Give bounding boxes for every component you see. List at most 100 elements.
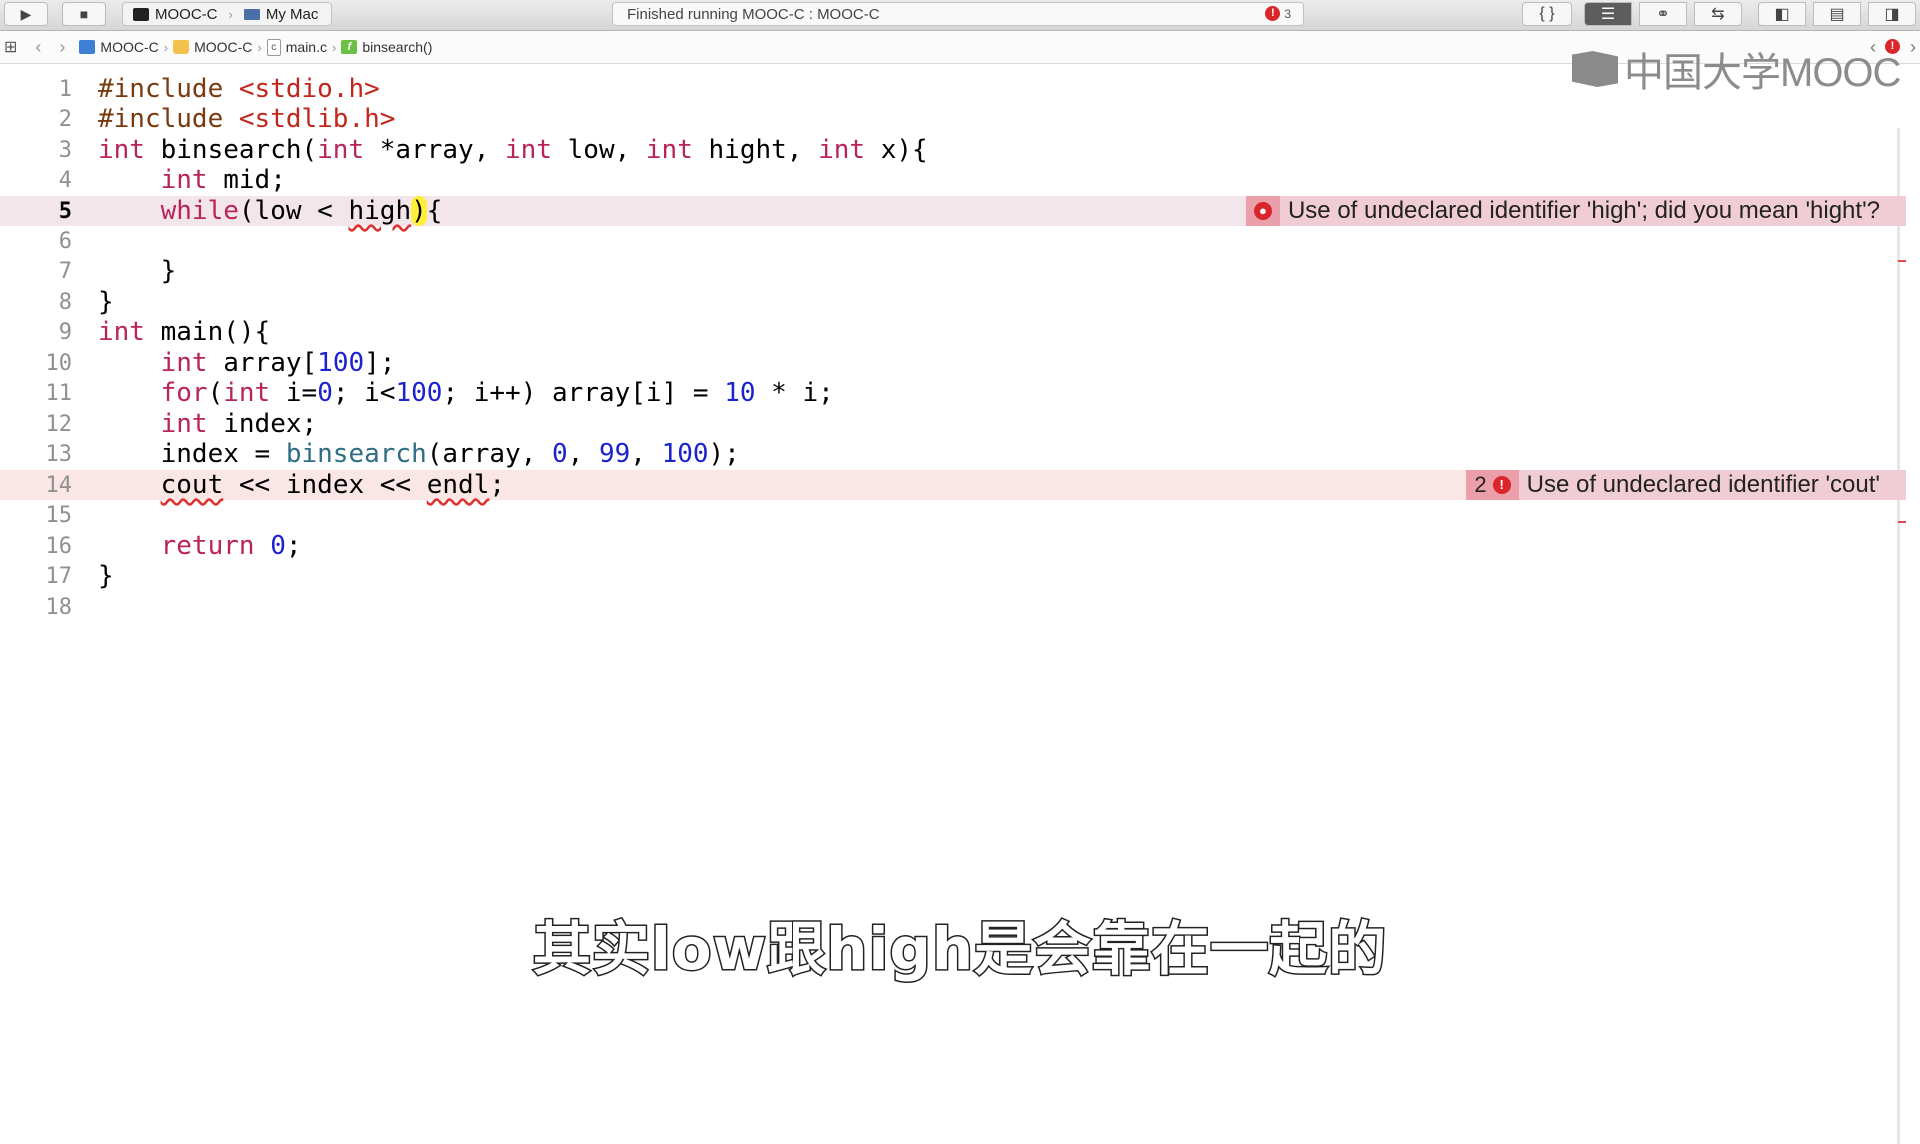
line-number: 5 (58, 198, 72, 224)
line-number: 6 (58, 228, 72, 254)
related-items-icon[interactable]: ⊞ (4, 37, 17, 57)
code-text: while(low < high){ (160, 196, 443, 226)
error-text: Use of undeclared identifier 'high'; did… (1287, 197, 1880, 224)
chevron-right-icon: › (163, 39, 169, 55)
line-number: 9 (58, 319, 72, 345)
toolbar: ▶ ■ MOOC-C › My Mac Finished running MOO… (0, 0, 1920, 31)
right-panel-icon: ◨ (1884, 6, 1900, 23)
code-text: } (98, 561, 114, 591)
code-line-error[interactable]: 5 while(low < high){ ● Use of undeclared… (0, 196, 1906, 226)
code-line[interactable]: 18 (0, 592, 1906, 622)
code-text: #include <stdlib.h> (98, 104, 396, 134)
folder-icon (173, 40, 190, 54)
assistant-editor-button[interactable]: ⚭ (1639, 2, 1687, 26)
error-count: 3 (1284, 6, 1291, 21)
error-count: 2 (1474, 472, 1487, 497)
code-text: int mid; (160, 165, 286, 195)
rings-icon: ⚭ (1656, 6, 1670, 23)
forward-icon[interactable]: › (59, 37, 65, 58)
code-line[interactable]: 7 } (0, 256, 1906, 286)
code-text: int array[100]; (160, 348, 396, 378)
code-line[interactable]: 4 int mid; (0, 165, 1906, 195)
run-button[interactable]: ▶ (4, 2, 48, 26)
code-line[interactable]: 15 (0, 500, 1906, 530)
breadcrumb-project[interactable]: MOOC-C (79, 39, 159, 55)
line-number: 11 (45, 380, 73, 406)
line-number: 18 (45, 594, 73, 620)
version-editor-button[interactable]: ⇆ (1694, 2, 1742, 26)
line-number: 16 (45, 533, 73, 559)
code-line[interactable]: 16 return 0; (0, 531, 1906, 561)
code-line[interactable]: 13 index = binsearch(array, 0, 99, 100); (0, 439, 1906, 469)
line-number: 14 (45, 472, 73, 498)
status-text: Finished running MOOC-C : MOOC-C (627, 5, 880, 23)
error-icon: ! (1492, 476, 1511, 494)
breadcrumb-folder[interactable]: MOOC-C (173, 39, 252, 55)
breadcrumb-label: main.c (285, 39, 327, 55)
line-number: 17 (45, 563, 73, 589)
project-icon (79, 40, 96, 54)
c-file-icon: c (266, 38, 281, 56)
code-line[interactable]: 8 } (0, 287, 1906, 317)
error-icon: ! (1265, 6, 1281, 21)
back-icon[interactable]: ‹ (35, 37, 41, 58)
bottom-panel-icon: ▤ (1829, 6, 1845, 23)
lines-icon: ☰ (1600, 6, 1616, 23)
line-number: 10 (45, 350, 73, 376)
code-snippets-button[interactable]: { } (1522, 2, 1572, 26)
code-line[interactable]: 11 for(int i=0; i<100; i++) array[i] = 1… (0, 378, 1906, 408)
activity-status: Finished running MOOC-C : MOOC-C ! 3 (612, 2, 1304, 26)
line-number: 12 (45, 411, 73, 437)
code-text: int index; (160, 409, 318, 439)
code-line[interactable]: 12 int index; (0, 409, 1906, 439)
line-number: 7 (58, 258, 72, 284)
braces-icon: { } (1539, 5, 1555, 22)
chevron-right-icon: › (228, 6, 233, 22)
code-text: for(int i=0; i<100; i++) array[i] = 10 *… (160, 378, 834, 408)
line-number: 8 (58, 289, 72, 315)
error-badge[interactable]: 2! (1466, 470, 1519, 500)
code-line[interactable]: 6 (0, 226, 1906, 256)
code-line[interactable]: 1 #include <stdio.h> (0, 74, 1906, 104)
code-line[interactable]: 10 int array[100]; (0, 348, 1906, 378)
breadcrumb-function[interactable]: f binsearch() (341, 39, 432, 55)
code-text: } (98, 256, 177, 286)
issue-nav-next-icon[interactable]: › (1910, 37, 1916, 58)
line-number: 2 (58, 106, 72, 132)
debug-area-toggle[interactable]: ▤ (1813, 2, 1861, 26)
line-number: 4 (58, 167, 72, 193)
line-number: 1 (58, 76, 72, 102)
code-text: int main(){ (98, 317, 271, 347)
chevron-right-icon: › (257, 39, 262, 55)
stop-button[interactable]: ■ (62, 2, 106, 26)
utilities-toggle[interactable]: ◨ (1868, 2, 1916, 26)
navigator-toggle[interactable]: ◧ (1758, 2, 1806, 26)
breadcrumb-file[interactable]: c main.c (266, 38, 327, 56)
line-number: 15 (45, 502, 73, 528)
mac-icon (243, 8, 260, 20)
standard-editor-button[interactable]: ☰ (1584, 2, 1632, 26)
error-count-badge[interactable]: ! 3 (1265, 6, 1291, 21)
scheme-name: MOOC-C (155, 5, 218, 23)
code-line-error[interactable]: 14 cout << index << endl; 2! Use of unde… (0, 470, 1906, 500)
line-number: 3 (58, 137, 72, 163)
left-panel-icon: ◧ (1774, 6, 1790, 23)
code-text: int binsearch(int *array, int low, int h… (98, 135, 928, 165)
arrows-icon: ⇆ (1711, 6, 1725, 23)
breadcrumb-label: binsearch() (362, 39, 433, 55)
error-message[interactable]: 2! Use of undeclared identifier 'cout' (1466, 470, 1906, 500)
code-line[interactable]: 2 #include <stdlib.h> (0, 104, 1906, 134)
destination-name: My Mac (265, 5, 319, 23)
error-message[interactable]: ● Use of undeclared identifier 'high'; d… (1245, 196, 1906, 226)
code-line[interactable]: 17 } (0, 561, 1906, 591)
code-line[interactable]: 3 int binsearch(int *array, int low, int… (0, 135, 1906, 165)
breadcrumb-label: MOOC-C (194, 39, 253, 55)
scheme-selector[interactable]: MOOC-C › My Mac (122, 2, 332, 26)
code-text: return 0; (160, 531, 302, 561)
line-number: 13 (45, 441, 73, 467)
code-text: cout << index << endl; (160, 470, 506, 500)
error-badge[interactable]: ● (1245, 196, 1280, 226)
stop-icon: ■ (79, 6, 89, 22)
scheme-icon (133, 7, 149, 21)
code-line[interactable]: 9 int main(){ (0, 317, 1906, 347)
